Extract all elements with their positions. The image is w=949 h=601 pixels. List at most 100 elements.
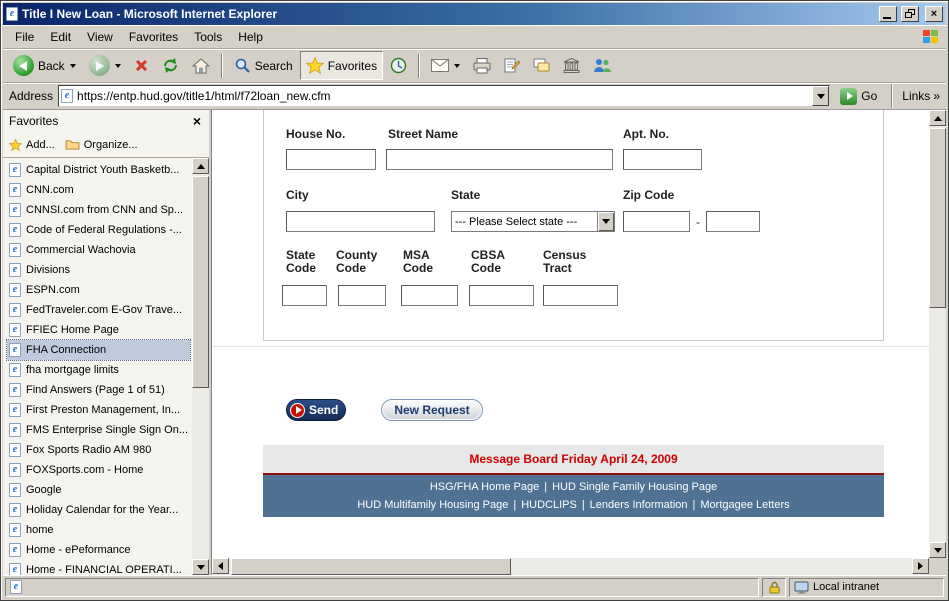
scroll-down-button[interactable] [929, 542, 946, 558]
scroll-down-button[interactable] [192, 559, 209, 575]
address-input[interactable]: e https://entp.hud.gov/title1/html/f72lo… [58, 85, 830, 107]
scroll-right-button[interactable] [912, 558, 929, 574]
favorite-item[interactable]: eGoogle [7, 480, 190, 500]
zip5-input[interactable] [623, 211, 690, 232]
ie-page-icon: e [9, 203, 21, 217]
favorite-item[interactable]: eCapital District Youth Basketb... [7, 160, 190, 180]
research-button[interactable] [557, 51, 586, 80]
close-favorites-button[interactable]: × [191, 114, 203, 128]
favorite-item[interactable]: eCNNSI.com from CNN and Sp... [7, 200, 190, 220]
scroll-up-button[interactable] [929, 110, 946, 126]
footer-link-mortgagee-letters[interactable]: Mortgagee Letters [700, 499, 789, 511]
favorites-scrollbar[interactable] [192, 158, 209, 575]
msa-code-input[interactable] [401, 285, 458, 306]
cbsa-code-input[interactable] [469, 285, 534, 306]
state-code-input[interactable] [282, 285, 327, 306]
mail-dropdown-icon[interactable] [454, 64, 460, 68]
scroll-track[interactable] [229, 558, 912, 575]
history-button[interactable] [384, 51, 413, 80]
refresh-button[interactable] [156, 51, 185, 80]
favorite-item[interactable]: eCommercial Wachovia [7, 240, 190, 260]
favorite-item[interactable]: eFMS Enterprise Single Sign On... [7, 420, 190, 440]
favorite-item[interactable]: eFOXSports.com - Home [7, 460, 190, 480]
menu-favorites[interactable]: Favorites [121, 27, 186, 47]
footer-link-lenders-information[interactable]: Lenders Information [590, 499, 688, 511]
favorite-item[interactable]: eFFIEC Home Page [7, 320, 190, 340]
scroll-thumb[interactable] [929, 128, 946, 308]
back-dropdown-icon[interactable] [70, 64, 76, 68]
favorite-item[interactable]: eHoliday Calendar for the Year... [7, 500, 190, 520]
scroll-up-button[interactable] [192, 158, 209, 174]
scroll-track[interactable] [192, 174, 209, 559]
minimize-button[interactable] [879, 6, 897, 22]
search-button[interactable]: Search [228, 51, 299, 80]
edit-button[interactable] [498, 51, 526, 80]
scroll-thumb[interactable] [192, 176, 209, 388]
favorite-item[interactable]: eESPN.com [7, 280, 190, 300]
favorite-item-selected[interactable]: eFHA Connection [7, 340, 190, 360]
favorite-item[interactable]: eFind Answers (Page 1 of 51) [7, 380, 190, 400]
print-button[interactable] [467, 51, 497, 80]
forward-dropdown-icon[interactable] [115, 64, 121, 68]
content-area: House No. Street Name Apt. No. City Stat… [212, 110, 946, 575]
favorite-item[interactable]: eCNN.com [7, 180, 190, 200]
address-url[interactable]: https://entp.hud.gov/title1/html/f72loan… [77, 89, 808, 103]
zip4-input[interactable] [706, 211, 760, 232]
restore-button[interactable] [901, 6, 919, 22]
menu-file[interactable]: File [7, 27, 42, 47]
county-code-input[interactable] [338, 285, 386, 306]
home-button[interactable] [186, 51, 216, 80]
favorite-item-label: Google [26, 484, 61, 496]
favorite-item[interactable]: eHome - ePeformance [7, 540, 190, 560]
zip-separator: - [696, 215, 700, 229]
links-button[interactable]: Links » [902, 89, 942, 103]
address-dropdown-button[interactable] [812, 86, 829, 106]
footer-link-hud-multifamily[interactable]: HUD Multifamily Housing Page [357, 499, 508, 511]
new-request-button[interactable]: New Request [381, 399, 483, 421]
scroll-left-button[interactable] [212, 558, 229, 574]
favorite-item[interactable]: eFox Sports Radio AM 980 [7, 440, 190, 460]
favorites-button[interactable]: Favorites [300, 51, 383, 80]
vertical-scrollbar[interactable] [929, 110, 946, 558]
horizontal-scrollbar[interactable] [212, 558, 929, 575]
menu-help[interactable]: Help [230, 27, 271, 47]
back-button[interactable]: Back [7, 51, 82, 80]
street-name-input[interactable] [386, 149, 613, 170]
census-tract-input[interactable] [543, 285, 618, 306]
scroll-thumb[interactable] [231, 558, 511, 575]
scroll-track[interactable] [929, 126, 946, 542]
footer-link-hudclips[interactable]: HUDCLIPS [521, 499, 577, 511]
city-input[interactable] [286, 211, 435, 232]
favorite-item[interactable]: ehome [7, 520, 190, 540]
apt-no-input[interactable] [623, 149, 702, 170]
favorite-item[interactable]: eHome - FINANCIAL OPERATI... [7, 560, 190, 575]
zone-label: Local intranet [813, 581, 879, 593]
add-favorite-button[interactable]: Add... [9, 139, 55, 151]
menu-edit[interactable]: Edit [42, 27, 79, 47]
organize-favorites-button[interactable]: Organize... [65, 139, 138, 151]
footer-link-hsg-fha-home[interactable]: HSG/FHA Home Page [430, 481, 539, 493]
url-favicon-icon: e [61, 89, 73, 103]
status-bar: e Local intranet [3, 575, 946, 598]
links-chevron-icon[interactable]: » [933, 89, 940, 103]
forward-button[interactable] [83, 51, 127, 80]
discuss-button[interactable] [527, 51, 556, 80]
close-button[interactable]: × [925, 6, 943, 22]
menu-view[interactable]: View [79, 27, 121, 47]
house-no-input[interactable] [286, 149, 376, 170]
stop-button[interactable] [128, 51, 155, 80]
send-button[interactable]: Send [286, 399, 346, 421]
state-select[interactable]: --- Please Select state --- [451, 211, 615, 232]
footer-link-hud-single-family[interactable]: HUD Single Family Housing Page [552, 481, 717, 493]
favorite-item[interactable]: efha mortgage limits [7, 360, 190, 380]
messenger-button[interactable] [587, 51, 617, 80]
favorite-item[interactable]: eFirst Preston Management, In... [7, 400, 190, 420]
favorite-item[interactable]: eCode of Federal Regulations -... [7, 220, 190, 240]
mail-button[interactable] [425, 51, 466, 80]
favorite-item[interactable]: eFedTraveler.com E-Gov Trave... [7, 300, 190, 320]
favorite-item-label: Code of Federal Regulations -... [26, 224, 182, 236]
favorite-item[interactable]: eDivisions [7, 260, 190, 280]
menu-tools[interactable]: Tools [186, 27, 230, 47]
state-select-dropdown-button[interactable] [597, 212, 614, 231]
go-button[interactable]: Go [835, 87, 882, 106]
